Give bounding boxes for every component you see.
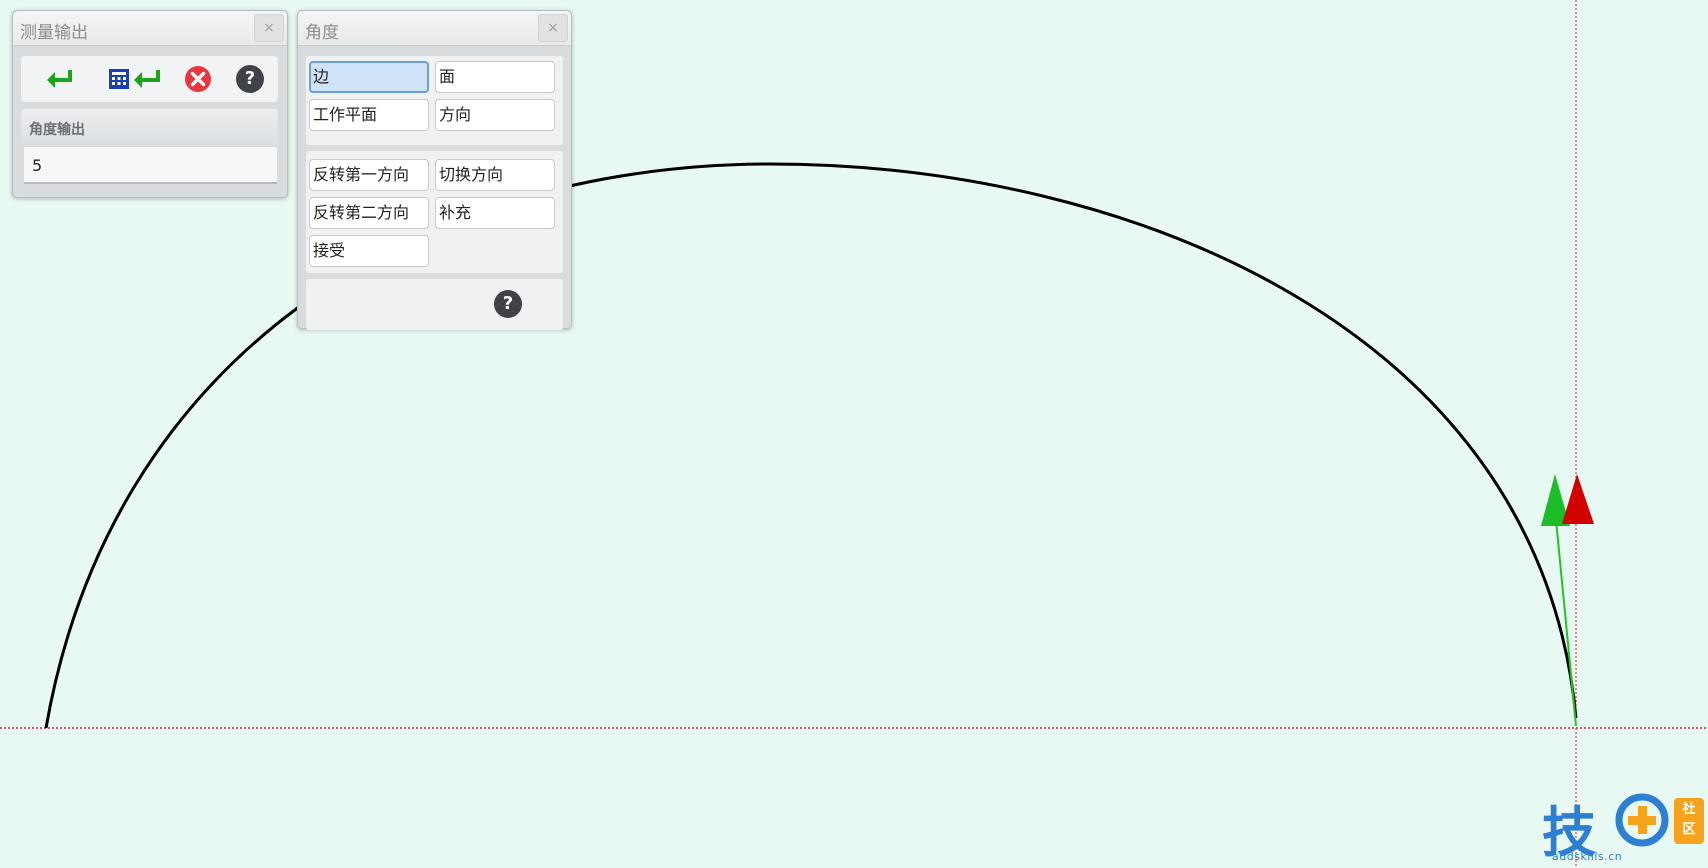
work-plane-button[interactable]: 工作平面: [309, 99, 429, 131]
accept-button-text[interactable]: 接受: [309, 235, 429, 267]
addskills-watermark: 技 社区 addskills.cn: [1542, 790, 1708, 868]
watermark-badge-text: 社区: [1682, 802, 1696, 837]
edge-button[interactable]: 边: [309, 61, 429, 93]
watermark-badge: 社区: [1674, 798, 1704, 844]
help-icon: ?: [236, 65, 264, 93]
angle-help-button[interactable]: ?: [494, 290, 522, 318]
switch-direction-button[interactable]: 切换方向: [435, 159, 555, 191]
angle-panel-close-button[interactable]: ×: [538, 14, 568, 42]
face-button[interactable]: 面: [435, 61, 555, 93]
measure-output-panel: 测量输出 × ? 角度输出 5: [12, 10, 288, 198]
direction-button[interactable]: 方向: [435, 99, 555, 131]
angle-output-section-header[interactable]: 角度输出: [21, 109, 278, 144]
cancel-button[interactable]: [183, 63, 213, 95]
angle-help-area: ?: [306, 279, 563, 330]
measure-panel-titlebar[interactable]: 测量输出 ×: [13, 11, 287, 46]
angle-output-value: 5: [32, 156, 43, 175]
angle-output-label: 角度输出: [29, 122, 85, 138]
watermark-plus-icon: [1615, 793, 1669, 847]
angle-panel: 角度 × 边 面 工作平面 方向 反转第一方向 切换方向 反转第二方向 补充 接…: [297, 10, 572, 330]
measure-help-button[interactable]: ?: [235, 63, 265, 95]
arc-edge[interactable]: [44, 162, 1578, 729]
angle-panel-titlebar[interactable]: 角度 ×: [298, 11, 571, 46]
calculator-accept-icon: [109, 69, 160, 89]
accept-icon: [47, 70, 72, 88]
selection-group: 边 面 工作平面 方向: [306, 56, 563, 145]
watermark-domain: addskills.cn: [1552, 850, 1623, 863]
measure-toolbar: ?: [21, 56, 278, 102]
red-arrow-head[interactable]: [1562, 474, 1594, 524]
supplement-button[interactable]: 补充: [435, 197, 555, 229]
angle-panel-title: 角度: [305, 23, 339, 43]
measure-panel-close-button[interactable]: ×: [254, 14, 284, 42]
direction-options-group: 反转第一方向 切换方向 反转第二方向 补充 接受: [306, 151, 563, 273]
cancel-icon: [185, 66, 211, 92]
measure-panel-title: 测量输出: [20, 23, 88, 43]
reverse-first-direction-button[interactable]: 反转第一方向: [309, 159, 429, 191]
calculate-accept-button[interactable]: [107, 63, 163, 95]
angle-output-value-field[interactable]: 5: [24, 147, 277, 184]
accept-button[interactable]: [43, 63, 77, 95]
reverse-second-direction-button[interactable]: 反转第二方向: [309, 197, 429, 229]
